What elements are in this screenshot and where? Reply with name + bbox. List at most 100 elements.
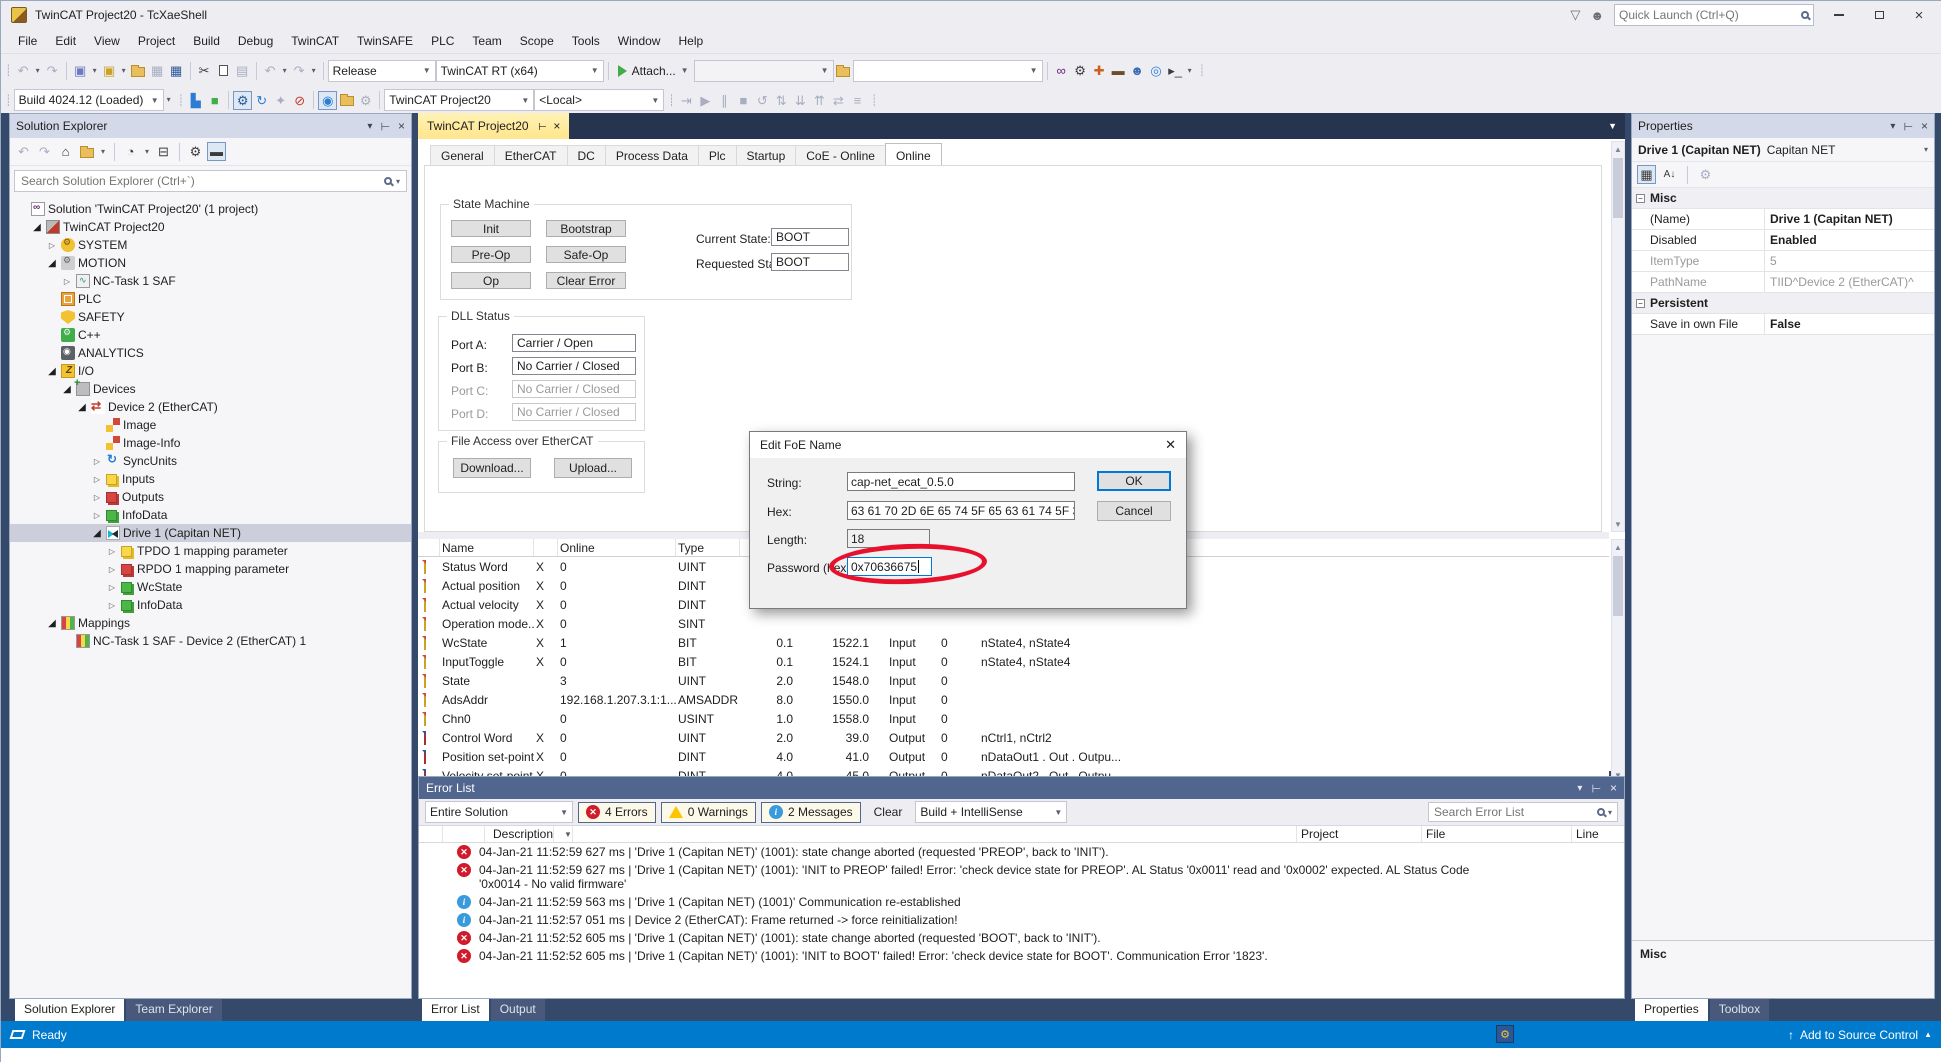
register-runtime-icon[interactable]: ⊘ [290, 91, 309, 110]
variable-row[interactable]: Control WordX0UINT2.039.0Output0nCtrl1, … [418, 728, 1609, 747]
dropdown-icon[interactable]: ▾ [309, 61, 319, 80]
pin-icon[interactable]: ⊥ [1902, 121, 1915, 131]
messages-filter-button[interactable]: i 2 Messages [761, 802, 861, 823]
errors-filter-button[interactable]: ✕ 4 Errors [578, 802, 656, 823]
new-project-icon[interactable]: ▣ [71, 61, 90, 80]
quick-launch-box[interactable] [1614, 4, 1814, 26]
vs-logo-icon[interactable]: ∞ [1052, 61, 1071, 80]
state-button-clear-error[interactable]: Clear Error [546, 272, 626, 289]
tree-item-drive-1-capitan-net-[interactable]: ◢Drive 1 (Capitan NET) [10, 524, 411, 542]
menu-team[interactable]: Team [463, 31, 510, 51]
state-button-bootstrap[interactable]: Bootstrap [546, 220, 626, 237]
expand-arrow-icon[interactable]: ▷ [106, 601, 118, 610]
run-icon[interactable]: ▶ [696, 91, 715, 110]
expand-arrow-icon[interactable]: ▷ [106, 583, 118, 592]
build-version-combo[interactable]: Build 4024.12 (Loaded)▼ [14, 89, 164, 111]
error-entry[interactable]: ✕04-Jan-21 11:52:52 605 ms | 'Drive 1 (C… [419, 929, 1624, 947]
error-search-input[interactable] [1434, 805, 1597, 819]
new-io-device-icon[interactable] [337, 91, 356, 110]
feedback-icon[interactable]: ☻ [1590, 8, 1604, 23]
variable-row[interactable]: WcStateX1BIT0.11522.1Input0nState4, nSta… [418, 633, 1609, 652]
error-entry[interactable]: ✕04-Jan-21 11:52:59 627 ms | 'Drive 1 (C… [419, 861, 1624, 893]
tree-item-motion[interactable]: ◢MOTION [10, 254, 411, 272]
expand-arrow-icon[interactable]: ▷ [106, 565, 118, 574]
property-value[interactable]: Drive 1 (Capitan NET) [1765, 212, 1893, 226]
menu-window[interactable]: Window [609, 31, 670, 51]
scope-chart-icon[interactable]: ▙ [186, 91, 205, 110]
tree-item-nc-task-1-saf[interactable]: ▷NC-Task 1 SAF [10, 272, 411, 290]
property-value[interactable]: 5 [1765, 254, 1777, 268]
properties-object-selector[interactable]: Drive 1 (Capitan NET) Capitan NET ▾ [1632, 138, 1934, 162]
solution-explorer-search-input[interactable] [21, 174, 384, 188]
upload-button[interactable]: Upload... [554, 458, 632, 478]
redo-icon[interactable]: ↷ [290, 61, 309, 80]
property-category[interactable]: −Misc [1632, 188, 1934, 209]
stop-icon[interactable]: ■ [734, 91, 753, 110]
search-options-icon[interactable]: ▾ [1608, 808, 1612, 817]
column-name[interactable]: Name [440, 539, 534, 556]
restore-button[interactable] [1864, 4, 1894, 26]
menu-twincat[interactable]: TwinCAT [282, 31, 348, 51]
paste-icon[interactable]: ▤ [233, 61, 252, 80]
reload-devices-icon[interactable]: ↻ [252, 91, 271, 110]
tree-item-safety[interactable]: SAFETY [10, 308, 411, 326]
solution-explorer-titlebar[interactable]: Solution Explorer ▾ ⊥ × [10, 114, 411, 138]
expand-arrow-icon[interactable]: ▷ [106, 547, 118, 556]
dropdown-icon[interactable]: ▾ [1924, 145, 1928, 154]
clear-button[interactable]: Clear [866, 803, 911, 821]
menu-plc[interactable]: PLC [422, 31, 463, 51]
add-to-source-control-button[interactable]: ↑Add to Source Control▲ [1788, 1028, 1932, 1042]
navigate-forward-icon[interactable]: ↷ [43, 61, 62, 80]
state-button-pre-op[interactable]: Pre-Op [451, 246, 531, 263]
dropdown-icon[interactable]: ▾ [142, 142, 152, 161]
dock-tab-solution-explorer[interactable]: Solution Explorer [15, 999, 124, 1021]
property-value[interactable]: False [1765, 317, 1801, 331]
tree-item-outputs[interactable]: ▷Outputs [10, 488, 411, 506]
tree-item-inputs[interactable]: ▷Inputs [10, 470, 411, 488]
expand-arrow-icon[interactable]: ◢ [46, 366, 58, 377]
tree-item-twincat-project20[interactable]: ◢TwinCAT Project20 [10, 218, 411, 236]
twincat-settings-icon[interactable]: ⚙ [233, 91, 252, 110]
variable-row[interactable]: Position set-pointX0DINT4.041.0Output0nD… [418, 747, 1609, 766]
add-item-icon[interactable]: ▣ [100, 61, 119, 80]
property-row[interactable]: (Name)Drive 1 (Capitan NET) [1632, 209, 1934, 230]
expand-arrow-icon[interactable]: ◢ [46, 618, 58, 629]
dock-tab-toolbox[interactable]: Toolbox [1710, 999, 1769, 1021]
expand-arrow-icon[interactable]: ◢ [46, 258, 58, 269]
close-icon[interactable]: × [1921, 119, 1928, 133]
switch-views-icon[interactable] [77, 142, 96, 161]
tab-online[interactable]: Online [885, 143, 942, 166]
pin-icon[interactable]: ⊥ [1590, 783, 1603, 793]
close-button[interactable]: × [1904, 4, 1934, 26]
collapse-all-icon[interactable]: ⊟ [154, 142, 173, 161]
alphabetical-sort-icon[interactable]: A↓ [1660, 165, 1679, 184]
step-out-icon[interactable]: ⇈ [810, 91, 829, 110]
tree-item-image[interactable]: Image [10, 416, 411, 434]
build-filter-combo[interactable]: Build + IntelliSense▼ [915, 801, 1067, 823]
team-explorer-icon[interactable]: ☻ [1128, 61, 1147, 80]
tree-item-solution-twincat-project20-1-project-[interactable]: Solution 'TwinCAT Project20' (1 project) [10, 200, 411, 218]
choose-target-icon[interactable]: ◉ [318, 91, 337, 110]
active-project-combo[interactable]: TwinCAT Project20▼ [384, 89, 534, 111]
categorized-icon[interactable]: ▦ [1637, 165, 1656, 184]
menu-build[interactable]: Build [184, 31, 229, 51]
tree-item-wcstate[interactable]: ▷WcState [10, 578, 411, 596]
twincat-status-icon[interactable]: ⚙ [1496, 1025, 1514, 1043]
tree-item-nc-task-1-saf-device-2-ethercat-1[interactable]: NC-Task 1 SAF - Device 2 (EtherCAT) 1 [10, 632, 411, 650]
web-browser-icon[interactable]: ◎ [1147, 61, 1166, 80]
save-all-icon[interactable]: ▦ [167, 61, 186, 80]
background-tasks-icon[interactable] [10, 1030, 26, 1039]
notifications-icon[interactable]: ▽ [1570, 7, 1580, 23]
document-tab[interactable]: TwinCAT Project20 ⊥ × [418, 113, 569, 139]
pending-changes-filter-icon[interactable]: ◔ [121, 142, 140, 161]
close-icon[interactable]: × [1610, 781, 1617, 795]
column-online[interactable]: Online [558, 539, 676, 556]
expand-arrow-icon[interactable]: ▷ [91, 511, 103, 520]
magic-wand-icon[interactable]: ✦ [271, 91, 290, 110]
wrench-icon[interactable]: ⚙ [1071, 61, 1090, 80]
document-list-dropdown-icon[interactable]: ▼ [1608, 121, 1617, 131]
tree-item-c-[interactable]: C++ [10, 326, 411, 344]
window-position-icon[interactable]: ▾ [1577, 783, 1582, 794]
expand-arrow-icon[interactable]: ◢ [91, 528, 103, 539]
variable-row[interactable]: Operation mode...X0SINT [418, 614, 1609, 633]
